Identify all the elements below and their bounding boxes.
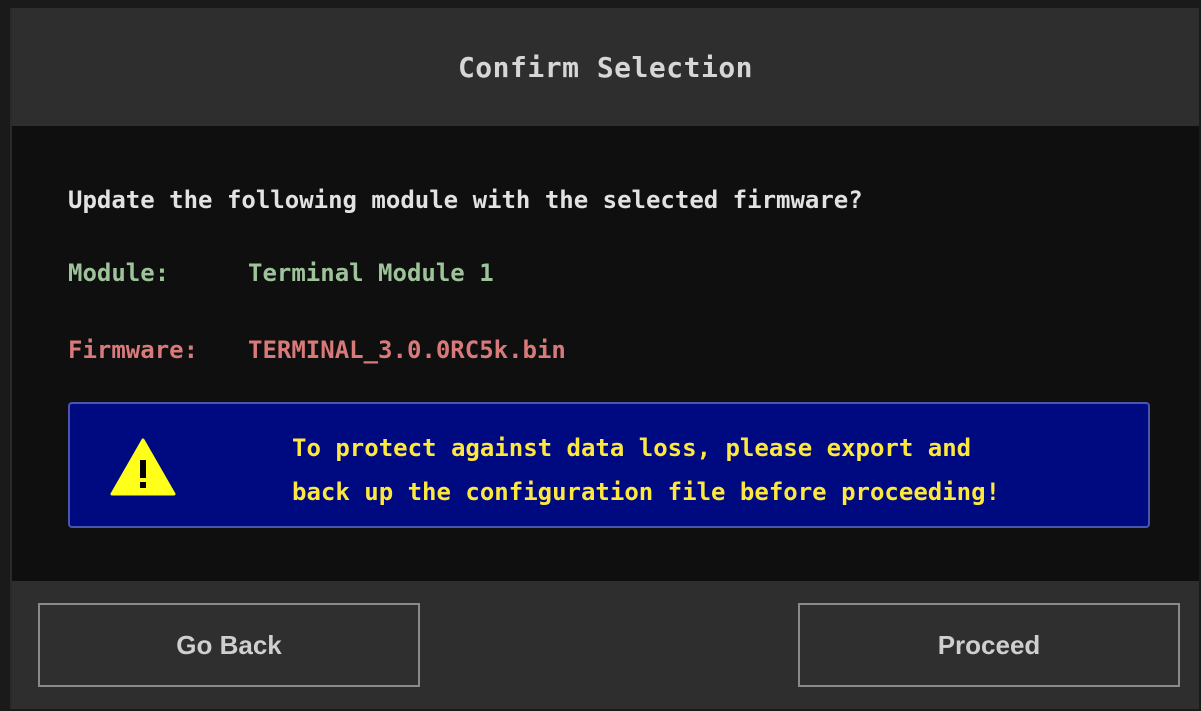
module-row: Module: Terminal Module 1 xyxy=(68,259,494,287)
go-back-button[interactable]: Go Back xyxy=(38,603,420,687)
confirm-dialog: Confirm Selection Update the following m… xyxy=(10,8,1199,709)
module-label: Module: xyxy=(68,259,170,287)
warning-line-2: back up the configuration file before pr… xyxy=(292,478,1001,506)
warning-message: To protect against data loss, please exp… xyxy=(292,426,1000,514)
firmware-label: Firmware: xyxy=(68,336,199,364)
dialog-title: Confirm Selection xyxy=(457,50,754,84)
module-value: Terminal Module 1 xyxy=(248,259,494,287)
dialog-titlebar: Confirm Selection xyxy=(12,8,1199,126)
dialog-footer: Go Back Proceed xyxy=(12,581,1199,709)
confirm-question: Update the following module with the sel… xyxy=(68,186,863,214)
warning-banner: To protect against data loss, please exp… xyxy=(68,402,1150,528)
warning-triangle-icon xyxy=(110,438,176,496)
firmware-row: Firmware: TERMINAL_3.0.0RC5k.bin xyxy=(68,336,566,364)
firmware-value: TERMINAL_3.0.0RC5k.bin xyxy=(248,336,566,364)
proceed-button[interactable]: Proceed xyxy=(798,603,1180,687)
dialog-body: Update the following module with the sel… xyxy=(12,126,1199,581)
warning-line-1: To protect against data loss, please exp… xyxy=(292,434,972,462)
